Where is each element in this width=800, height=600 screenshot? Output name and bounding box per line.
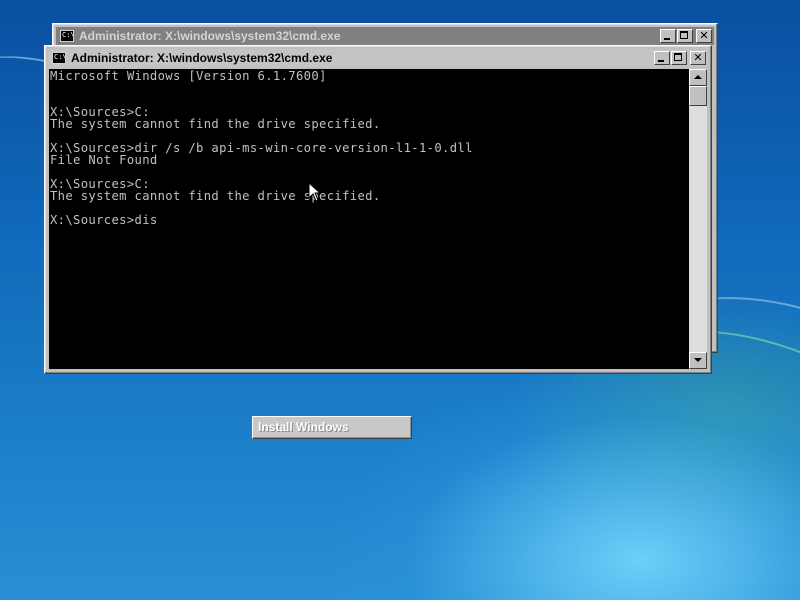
maximize-button[interactable] (671, 51, 687, 65)
console-line: File Not Found (50, 153, 158, 167)
cmd-icon[interactable]: C:\ (52, 52, 66, 64)
close-icon: ✕ (699, 29, 709, 42)
title-bar[interactable]: C:\ Administrator: X:\windows\system32\c… (56, 27, 714, 45)
vertical-scrollbar[interactable] (689, 69, 707, 369)
caption-buttons: ✕ (653, 51, 706, 65)
window-title: Administrator: X:\windows\system32\cmd.e… (79, 29, 341, 43)
cmd-icon[interactable]: C:\ (60, 30, 74, 42)
console-output[interactable]: Microsoft Windows [Version 6.1.7600] X:\… (49, 69, 689, 369)
maximize-icon (674, 53, 682, 61)
window-title: Administrator: X:\windows\system32\cmd.e… (71, 51, 333, 65)
caption-buttons: ✕ (659, 29, 712, 43)
console-text[interactable]: Microsoft Windows [Version 6.1.7600] X:\… (49, 69, 689, 226)
maximize-icon (680, 31, 688, 39)
scroll-down-button[interactable] (689, 352, 707, 369)
minimize-button[interactable] (660, 29, 676, 43)
console-line: The system cannot find the drive specifi… (50, 189, 381, 203)
close-icon: ✕ (693, 51, 703, 64)
cmd-window[interactable]: C:\ Administrator: X:\windows\system32\c… (44, 45, 712, 374)
scroll-down-arrow-icon (694, 358, 702, 362)
scroll-thumb[interactable] (689, 86, 707, 106)
minimize-button[interactable] (654, 51, 670, 65)
close-button[interactable]: ✕ (690, 51, 706, 65)
console-line: The system cannot find the drive specifi… (50, 117, 381, 131)
console-line: X:\Sources>dis (50, 213, 158, 227)
console-line: Microsoft Windows [Version 6.1.7600] (50, 69, 327, 83)
minimize-icon (664, 38, 670, 40)
close-button[interactable]: ✕ (696, 29, 712, 43)
install-windows-button[interactable]: Install Windows (252, 416, 412, 439)
minimize-icon (658, 60, 664, 62)
scroll-up-button[interactable] (689, 69, 707, 86)
title-bar[interactable]: C:\ Administrator: X:\windows\system32\c… (48, 49, 708, 67)
scroll-up-arrow-icon (694, 75, 702, 79)
maximize-button[interactable] (677, 29, 693, 43)
